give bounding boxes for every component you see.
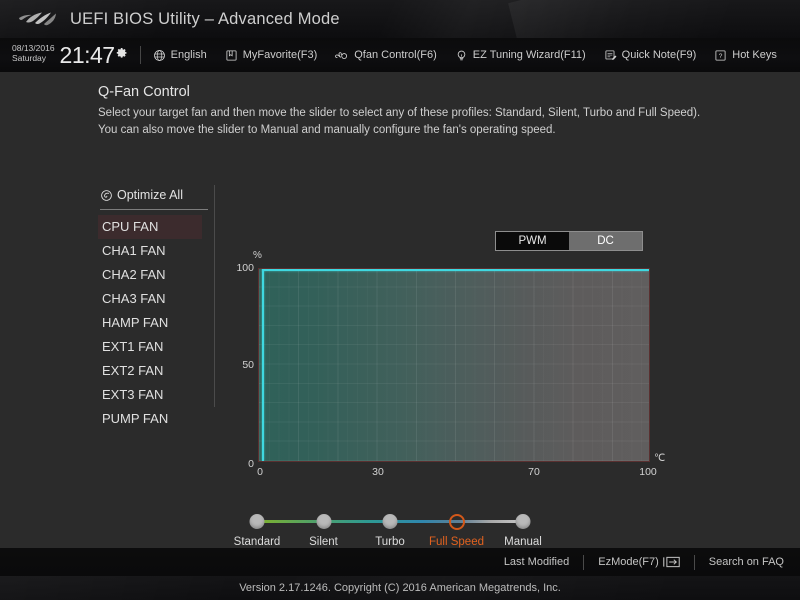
slider-node-turbo[interactable] xyxy=(382,514,398,529)
chart-plot-area[interactable] xyxy=(258,268,650,462)
toolbar-item-qfan-control[interactable]: Qfan Control(F6) xyxy=(335,49,437,62)
mode-option-pwm[interactable]: PWM xyxy=(496,232,569,250)
y-tick: 0 xyxy=(248,458,254,470)
fan-item-ext1-fan[interactable]: EXT1 FAN xyxy=(98,335,202,359)
toolbar-item-ez-tuning-wizard[interactable]: EZ Tuning Wizard(F11) xyxy=(455,49,586,62)
y-tick: 50 xyxy=(242,359,254,371)
rog-logo xyxy=(19,12,56,26)
slider-label-manual[interactable]: Manual xyxy=(504,536,542,548)
fan-item-label: CHA2 FAN xyxy=(102,267,166,282)
toolbar-item-label: EZ Tuning Wizard(F11) xyxy=(472,49,586,61)
footer-divider xyxy=(693,554,695,570)
slider-node-standard[interactable] xyxy=(249,514,265,529)
slider-node-manual[interactable] xyxy=(515,514,531,529)
footer-last-modified[interactable]: Last Modified xyxy=(504,556,569,568)
slider-label-silent[interactable]: Silent xyxy=(309,536,338,548)
fan-item-cha2-fan[interactable]: CHA2 FAN xyxy=(98,263,202,287)
chart-x-axis-label: ℃ xyxy=(654,453,666,464)
slider-label-full-speed[interactable]: Full Speed xyxy=(429,536,484,548)
datetime-block: 08/13/2016 Saturday 21:47 xyxy=(12,41,128,68)
bios-screen: UEFI BIOS Utility – Advanced Mode 08/13/… xyxy=(0,0,800,600)
fan-list-divider xyxy=(100,209,208,210)
fan-item-label: CHA1 FAN xyxy=(102,243,166,258)
slider-label-turbo[interactable]: Turbo xyxy=(375,536,405,548)
arrow-right-box-icon xyxy=(663,556,680,568)
toolbar-item-label: Quick Note(F9) xyxy=(621,49,697,61)
fan-curve-line xyxy=(262,269,649,271)
footer-search-faq[interactable]: Search on FAQ xyxy=(709,556,784,568)
chart-x-ticks: 0 30 70 100 xyxy=(257,466,657,482)
toolbar-item-english[interactable]: English xyxy=(153,49,207,62)
toolbar-item-hot-keys[interactable]: ? Hot Keys xyxy=(714,49,777,62)
fan-item-ext3-fan[interactable]: EXT3 FAN xyxy=(98,383,202,407)
fan-item-cpu-fan[interactable]: CPU FAN xyxy=(98,215,202,239)
chart-y-axis-label: % xyxy=(253,250,262,261)
footer-label: EzMode(F7) xyxy=(598,556,659,568)
question-icon: ? xyxy=(715,49,726,61)
fan-icon xyxy=(335,51,348,59)
lightbulb-icon xyxy=(457,50,466,60)
toolbar-divider xyxy=(139,46,141,64)
footer-label: Search on FAQ xyxy=(708,556,784,568)
fan-item-cha3-fan[interactable]: CHA3 FAN xyxy=(98,287,202,311)
section-title: Q-Fan Control xyxy=(98,84,190,100)
fan-mode-toggle[interactable]: PWM DC xyxy=(495,231,643,251)
fan-item-label: EXT3 FAN xyxy=(102,387,164,402)
section-description: Select your target fan and then move the… xyxy=(98,107,701,137)
fan-item-hamp-fan[interactable]: HAMP FAN xyxy=(98,311,202,335)
version-bar: Version 2.17.1246. Copyright (C) 2016 Am… xyxy=(0,576,800,600)
x-tick: 30 xyxy=(372,466,384,478)
slider-node-full-speed[interactable] xyxy=(448,513,465,530)
fan-curve-riser xyxy=(262,269,264,461)
fan-item-label: PUMP FAN xyxy=(102,411,169,426)
fan-item-label: CPU FAN xyxy=(102,219,159,234)
version-text: Version 2.17.1246. Copyright (C) 2016 Am… xyxy=(239,582,561,594)
page-title: UEFI BIOS Utility – Advanced Mode xyxy=(70,9,340,28)
mode-option-dc[interactable]: DC xyxy=(569,232,642,250)
toolbar-item-label: English xyxy=(170,49,207,61)
fan-item-cha1-fan[interactable]: CHA1 FAN xyxy=(98,239,202,263)
gear-icon[interactable] xyxy=(116,47,128,59)
fan-item-ext2-fan[interactable]: EXT2 FAN xyxy=(98,359,202,383)
optimize-all-button[interactable]: Optimize All xyxy=(98,185,210,205)
fan-list: Optimize All CPU FAN CHA1 FAN CHA2 FAN C… xyxy=(98,185,210,431)
svg-text:?: ? xyxy=(719,52,723,59)
footer-divider xyxy=(583,554,585,570)
main-panel: Q-Fan Control Select your target fan and… xyxy=(0,72,800,600)
footer-ezmode[interactable]: EzMode(F7) xyxy=(598,556,680,568)
slider-label-standard[interactable]: Standard xyxy=(234,536,281,548)
fan-curve-chart[interactable] xyxy=(258,268,650,462)
top-toolbar: 08/13/2016 Saturday 21:47 English MyFavo… xyxy=(0,38,800,72)
bookmark-icon xyxy=(226,49,237,61)
fan-item-pump-fan[interactable]: PUMP FAN xyxy=(98,407,202,431)
toolbar-item-label: Hot Keys xyxy=(732,49,777,61)
time-text: 21:47 xyxy=(59,41,116,68)
weekday-text: Saturday xyxy=(12,52,47,63)
chart-y-ticks: 100 50 0 xyxy=(210,262,254,470)
slider-node-silent[interactable] xyxy=(316,514,331,529)
fan-item-label: EXT2 FAN xyxy=(102,363,164,378)
x-tick: 100 xyxy=(639,466,657,478)
note-icon xyxy=(605,49,617,60)
y-tick: 100 xyxy=(236,262,254,274)
fan-spiral-icon xyxy=(101,189,112,201)
footer-bar: Last Modified EzMode(F7) Search on FAQ xyxy=(0,548,800,576)
toolbar-item-quick-note[interactable]: Quick Note(F9) xyxy=(604,49,697,62)
globe-icon xyxy=(153,49,165,61)
fan-item-label: HAMP FAN xyxy=(102,315,169,330)
x-tick: 70 xyxy=(528,466,540,478)
fan-item-label: CHA3 FAN xyxy=(102,291,166,306)
fan-profile-slider[interactable]: Standard Silent Turbo Full Speed Manual xyxy=(234,513,542,548)
footer-label: Last Modified xyxy=(503,556,570,568)
toolbar-item-myfavorite[interactable]: MyFavorite(F3) xyxy=(225,49,318,62)
toolbar-item-label: Qfan Control(F6) xyxy=(354,49,437,61)
optimize-all-label: Optimize All xyxy=(117,188,183,202)
app-header: UEFI BIOS Utility – Advanced Mode xyxy=(0,0,800,38)
toolbar-item-label: MyFavorite(F3) xyxy=(242,49,318,61)
x-tick: 0 xyxy=(257,466,263,478)
chart-gridlines xyxy=(259,269,649,461)
fan-item-label: EXT1 FAN xyxy=(102,339,164,354)
